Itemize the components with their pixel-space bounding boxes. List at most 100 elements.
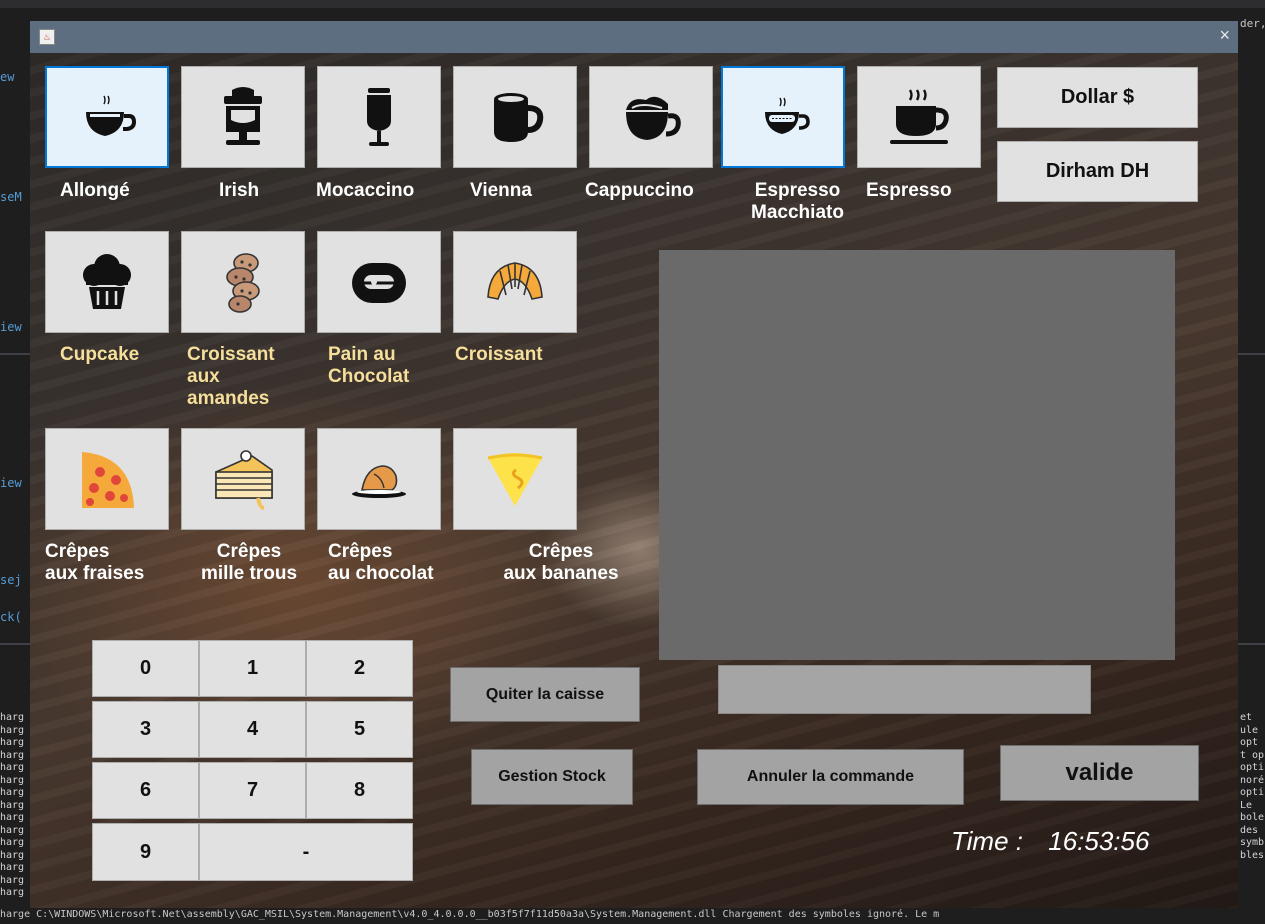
keypad-8[interactable]: 8 — [306, 762, 413, 819]
macchiato-cup-icon — [765, 97, 810, 134]
ide-output-line: opti — [1240, 762, 1265, 773]
ide-separator — [1238, 643, 1265, 645]
keypad-0[interactable]: 0 — [92, 640, 199, 697]
ide-output-line: harg — [0, 887, 25, 898]
dollar-button[interactable]: Dollar $ — [997, 67, 1198, 128]
ide-output-line: opti — [1240, 787, 1265, 798]
pastry-label: Croissant aux amandes — [187, 344, 275, 409]
tall-glass-icon — [367, 88, 391, 146]
chocolate-crepe-icon — [352, 465, 406, 498]
keypad-5[interactable]: 5 — [306, 701, 413, 758]
keypad-4[interactable]: 4 — [199, 701, 306, 758]
ide-code-fragment: iew — [0, 476, 22, 490]
drink-button-vienna[interactable] — [453, 66, 577, 168]
ide-code-fragment: ew — [0, 70, 15, 84]
drink-button-allonge[interactable] — [45, 66, 169, 168]
pastry-button-cupcake[interactable] — [45, 231, 169, 333]
ide-output-line: bles — [1240, 849, 1265, 861]
pastry-button-pain-au-chocolat[interactable] — [317, 231, 441, 333]
ide-output-line: harg — [0, 812, 25, 823]
ide-header-fragment: der, M — [1240, 18, 1265, 30]
almond-croissant-icon — [226, 253, 260, 313]
drink-button-cappuccino[interactable] — [589, 66, 713, 168]
ide-output-line: harg — [0, 874, 25, 886]
drink-label: Espresso Macchiato — [751, 180, 844, 223]
drink-label: Vienna — [470, 180, 532, 201]
donut-icon — [352, 263, 406, 303]
ide-output-line: harg — [0, 799, 25, 811]
drink-button-espresso-macchiato[interactable] — [721, 66, 845, 168]
crepe-button-fraises[interactable] — [45, 428, 169, 530]
pastry-button-croissant-aux-amandes[interactable] — [181, 231, 305, 333]
quit-register-button[interactable]: Quiter la caisse — [450, 667, 640, 722]
mug-icon — [494, 93, 544, 142]
crepe-label: Crêpes aux bananes — [503, 541, 619, 584]
drink-button-espresso[interactable] — [857, 66, 981, 168]
ide-output-right: et ule opt t op opti noré opti Le bole des symb ble… — [1240, 712, 1265, 862]
keypad-9[interactable]: 9 — [92, 823, 199, 881]
ide-output-line: Le — [1240, 799, 1253, 811]
ide-output-line: harg — [0, 737, 25, 748]
crepe-button-mille-trous[interactable] — [181, 428, 305, 530]
keypad-1[interactable]: 1 — [199, 640, 306, 697]
ide-output-line: noré — [1240, 774, 1265, 786]
ide-output-line: harg — [0, 762, 25, 773]
cancel-order-button[interactable]: Annuler la commande — [697, 749, 964, 805]
drink-label: Cappuccino — [585, 180, 694, 201]
crepe-button-chocolat[interactable] — [317, 428, 441, 530]
pastry-button-croissant[interactable] — [453, 231, 577, 333]
banana-crepe-icon — [487, 453, 543, 506]
ide-output-line: opt — [1240, 737, 1259, 748]
order-display-panel — [659, 250, 1175, 660]
keypad-3[interactable]: 3 — [92, 701, 199, 758]
keypad-2[interactable]: 2 — [306, 640, 413, 697]
ide-output-line: ule — [1240, 724, 1259, 736]
window-titlebar: ♨ × — [30, 21, 1238, 53]
ide-output-line: harg — [0, 749, 25, 761]
ide-output-line: harg — [0, 712, 25, 723]
close-icon[interactable]: × — [1219, 25, 1230, 46]
ide-code-fragment: sej — [0, 573, 22, 587]
cake-slice-icon — [215, 450, 273, 510]
time-value: 16:53:56 — [1048, 826, 1150, 856]
ide-output-bottom-line: harge C:\WINDOWS\Microsoft.Net\assembly\… — [0, 908, 1265, 924]
amount-display-field — [718, 665, 1091, 714]
drink-label: Espresso — [866, 180, 952, 201]
drink-button-mocaccino[interactable] — [317, 66, 441, 168]
drink-button-irish[interactable] — [181, 66, 305, 168]
pastry-label: Pain au Chocolat — [328, 344, 410, 387]
time-display: Time : 16:53:56 — [951, 826, 1149, 857]
espresso-cup-icon — [890, 89, 949, 144]
croissant-icon — [487, 262, 543, 300]
strawberry-crepe-icon — [82, 452, 134, 508]
ide-output-line: harg — [0, 824, 25, 836]
ide-output-line: des — [1240, 824, 1259, 836]
crepe-label: Crêpes mille trous — [200, 541, 298, 584]
ide-code-fragment: ck( — [0, 610, 22, 624]
ide-output-line: harg — [0, 862, 25, 873]
stock-management-button[interactable]: Gestion Stock — [471, 749, 633, 805]
ide-output-line: et — [1240, 712, 1253, 723]
keypad-6[interactable]: 6 — [92, 762, 199, 819]
ide-separator — [0, 643, 30, 645]
cup-steam-icon — [86, 95, 137, 136]
keypad-7[interactable]: 7 — [199, 762, 306, 819]
irish-coffee-machine-icon — [224, 87, 262, 145]
pastry-label: Croissant — [455, 344, 543, 365]
crepe-button-bananes[interactable] — [453, 428, 577, 530]
dirham-button[interactable]: Dirham DH — [997, 141, 1198, 202]
drink-label: Mocaccino — [316, 180, 415, 201]
cupcake-icon — [83, 254, 131, 309]
ide-output-line: harg — [0, 774, 25, 786]
ide-output-line: harg — [0, 837, 25, 848]
ide-top-bar — [0, 0, 1265, 8]
validate-button[interactable]: valide — [1000, 745, 1199, 801]
crepe-label: Crêpes au chocolat — [328, 541, 434, 584]
ide-output-line: bole — [1240, 812, 1265, 823]
ide-output-line: symb — [1240, 837, 1265, 848]
ide-separator — [0, 353, 30, 355]
drink-label: Allongé — [60, 180, 130, 201]
keypad-minus[interactable]: - — [199, 823, 413, 881]
ide-separator — [1238, 353, 1265, 355]
crepe-label: Crêpes aux fraises — [45, 541, 145, 584]
